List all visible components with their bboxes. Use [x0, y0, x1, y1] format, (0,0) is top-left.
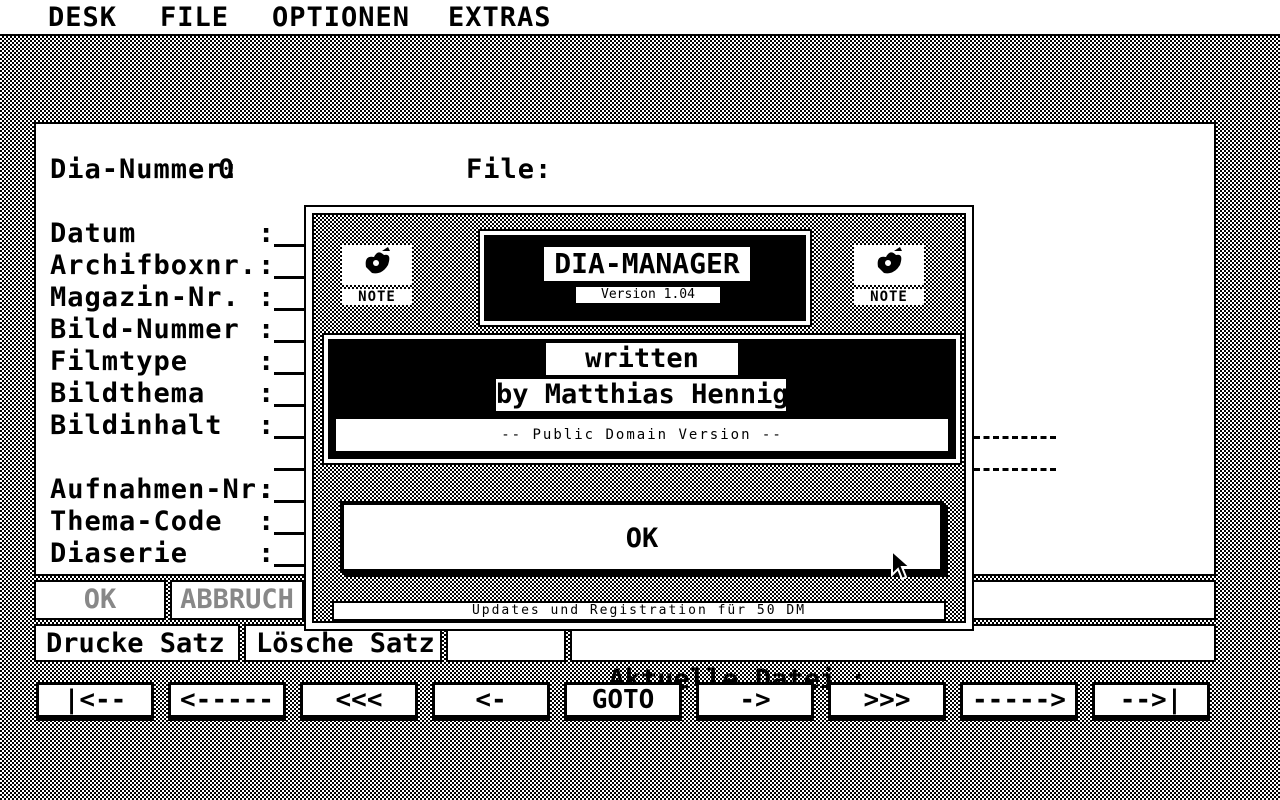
dialog-ok-label: OK: [625, 523, 659, 554]
dialog-ok-button[interactable]: OK: [340, 501, 944, 581]
nav-first-button[interactable]: |<--: [36, 682, 154, 721]
input-filmtype[interactable]: [274, 372, 304, 375]
input-bildinhalt-line2-end: [974, 468, 1056, 471]
note-icon-right-graphic: [854, 245, 924, 285]
field-sep-bildinhalt: :: [258, 410, 275, 441]
about-dialog: NOTE DIA-MANAGER Version 1.04 NOTE writt…: [304, 205, 974, 631]
field-label-bildthema: Bildthema: [50, 378, 206, 409]
button-row-filler: [968, 580, 1216, 620]
input-datum[interactable]: [274, 244, 304, 247]
mouse-pointer-icon: [891, 549, 912, 581]
nav-back-button[interactable]: <-: [432, 682, 550, 721]
field-sep-thema-code: :: [258, 506, 275, 537]
menu-extras[interactable]: EXTRAS: [448, 2, 552, 33]
field-label-datum: Datum: [50, 218, 137, 249]
drucke-satz-button[interactable]: Drucke Satz: [34, 624, 240, 662]
input-bildinhalt-line2[interactable]: [274, 468, 304, 471]
nav-last-button[interactable]: -->|: [1092, 682, 1210, 721]
note-left-text: NOTE: [342, 289, 412, 305]
menu-optionen[interactable]: OPTIONEN: [272, 2, 410, 33]
pd-version-text: -- Public Domain Version --: [336, 419, 948, 451]
nav-goto-button[interactable]: GOTO: [564, 682, 682, 721]
nav-forward-page-button[interactable]: >>>: [828, 682, 946, 721]
app-title: DIA-MANAGER: [544, 247, 750, 281]
input-magazin-nr[interactable]: [274, 308, 304, 311]
dialog-footer: Updates und Registration für 50 DM: [332, 601, 946, 621]
input-bildthema[interactable]: [274, 404, 304, 407]
nav-forward-button[interactable]: ->: [696, 682, 814, 721]
nav-back-far-button[interactable]: <-----: [168, 682, 286, 721]
file-label: File:: [466, 154, 553, 185]
app-version: Version 1.04: [576, 287, 720, 303]
field-sep-bildthema: :: [258, 378, 275, 409]
dia-nummer-value: 0: [218, 154, 236, 185]
title-panel: DIA-MANAGER Version 1.04: [480, 231, 810, 325]
dialog-frame: NOTE DIA-MANAGER Version 1.04 NOTE writt…: [312, 213, 966, 623]
note-right-text: NOTE: [854, 289, 924, 305]
author-text: by Matthias Hennig: [496, 379, 789, 411]
field-label-bildinhalt: Bildinhalt: [50, 410, 223, 441]
field-sep-magazin-nr: :: [258, 282, 275, 313]
menu-file[interactable]: FILE: [160, 2, 229, 33]
field-label-archifboxnr: Archifboxnr.: [50, 250, 258, 281]
abbruch-button[interactable]: ABBRUCH: [170, 580, 304, 620]
input-thema-code[interactable]: [274, 532, 304, 535]
nav-forward-far-button[interactable]: ----->: [960, 682, 1078, 721]
input-bildinhalt-line1-end: [974, 436, 1056, 439]
field-label-thema-code: Thema-Code: [50, 506, 223, 537]
field-label-filmtype: Filmtype: [50, 346, 189, 377]
field-label-aufnahmen-nr: Aufnahmen-Nr.: [50, 474, 275, 505]
dia-nummer-label: Dia-Nummer:: [50, 154, 240, 185]
input-archifboxnr[interactable]: [274, 276, 304, 279]
field-sep-diaserie: :: [258, 538, 275, 569]
menu-bar: DESK FILE OPTIONEN EXTRAS: [0, 0, 1280, 36]
input-diaserie[interactable]: [274, 564, 304, 567]
input-aufnahmen-nr[interactable]: [274, 500, 304, 503]
input-bildinhalt[interactable]: [274, 436, 304, 439]
field-sep-datum: :: [258, 218, 275, 249]
menu-desk[interactable]: DESK: [48, 2, 117, 33]
note-icon-graphic: [342, 245, 412, 285]
nav-back-page-button[interactable]: <<<: [300, 682, 418, 721]
field-sep-filmtype: :: [258, 346, 275, 377]
field-sep-bild-nummer: :: [258, 314, 275, 345]
note-icon-right: NOTE: [854, 245, 924, 315]
input-bild-nummer[interactable]: [274, 340, 304, 343]
field-label-magazin-nr: Magazin-Nr.: [50, 282, 240, 313]
field-sep-archifboxnr: :: [258, 250, 275, 281]
field-label-bild-nummer: Bild-Nummer: [50, 314, 240, 345]
field-label-diaserie: Diaserie: [50, 538, 189, 569]
field-sep-aufnahmen-nr: :: [258, 474, 275, 505]
author-panel: written by Matthias Hennig -- Public Dom…: [324, 335, 960, 463]
written-text: written: [546, 343, 738, 375]
note-icon: NOTE: [342, 245, 412, 315]
ok-button[interactable]: OK: [34, 580, 166, 620]
